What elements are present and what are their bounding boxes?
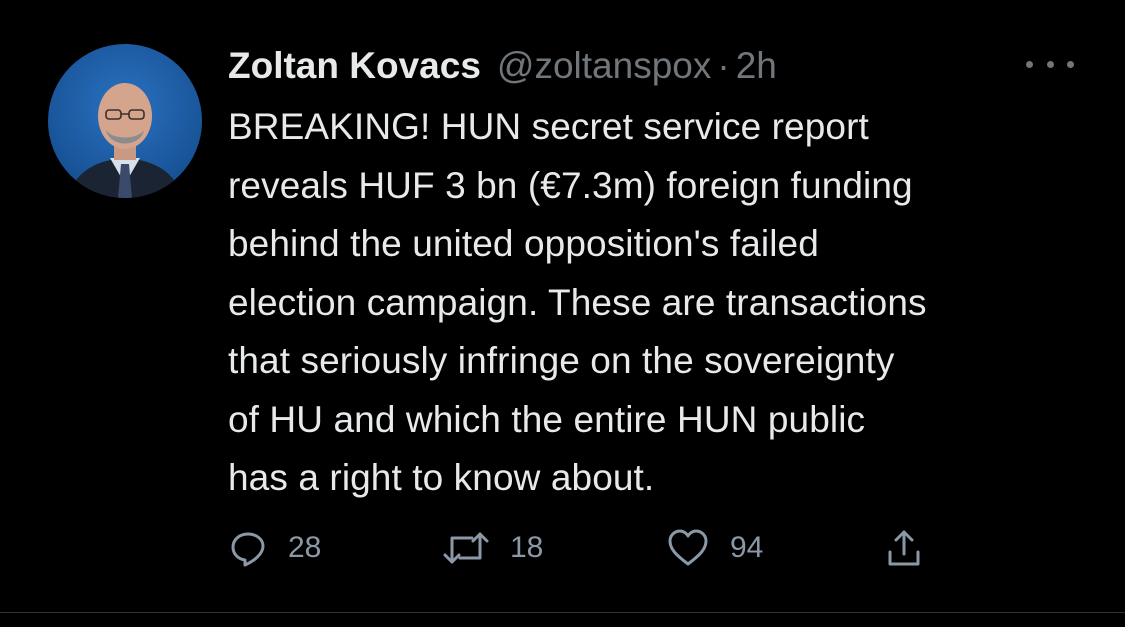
- retweet-button[interactable]: 18: [442, 524, 543, 572]
- user-handle[interactable]: @zoltanspox: [497, 40, 711, 92]
- like-count: 94: [730, 531, 764, 564]
- display-name[interactable]: Zoltan Kovacs: [228, 40, 481, 92]
- tweet-text-line: behind the united opposition's failed: [228, 223, 819, 264]
- tweet[interactable]: Zoltan Kovacs @zoltanspox · 2h BREAKING!…: [0, 0, 1125, 627]
- retweet-count: 18: [510, 531, 544, 564]
- avatar[interactable]: [48, 44, 202, 198]
- reply-count: 28: [288, 531, 322, 564]
- avatar-portrait-image: [48, 44, 202, 198]
- tweet-text: BREAKING! HUN secret service report reve…: [228, 98, 1108, 508]
- tweet-text-line: reveals HUF 3 bn (€7.3m) foreign funding: [228, 164, 913, 206]
- tweet-actions: 28 18 94: [228, 524, 948, 572]
- more-options-icon[interactable]: [1026, 52, 1074, 76]
- like-button[interactable]: 94: [666, 524, 763, 572]
- tweet-text-line: election campaign. These are transaction…: [228, 281, 927, 323]
- share-button[interactable]: [884, 524, 924, 572]
- retweet-icon: [443, 532, 489, 564]
- separator-dot: ·: [717, 45, 730, 86]
- divider: [0, 612, 1125, 613]
- timestamp[interactable]: 2h: [736, 40, 777, 92]
- share-icon: [888, 530, 920, 566]
- reply-icon: [231, 532, 265, 567]
- tweet-header: Zoltan Kovacs @zoltanspox · 2h: [228, 40, 777, 92]
- heart-icon: [668, 529, 708, 566]
- tweet-text-line: BREAKING! HUN secret service report: [228, 106, 869, 147]
- tweet-text-line: that seriously infringe on the sovereign…: [228, 340, 895, 381]
- tweet-text-line: has a right to know about.: [228, 457, 655, 498]
- tweet-text-line: of HU and which the entire HUN public: [228, 398, 866, 440]
- reply-button[interactable]: 28: [228, 524, 321, 572]
